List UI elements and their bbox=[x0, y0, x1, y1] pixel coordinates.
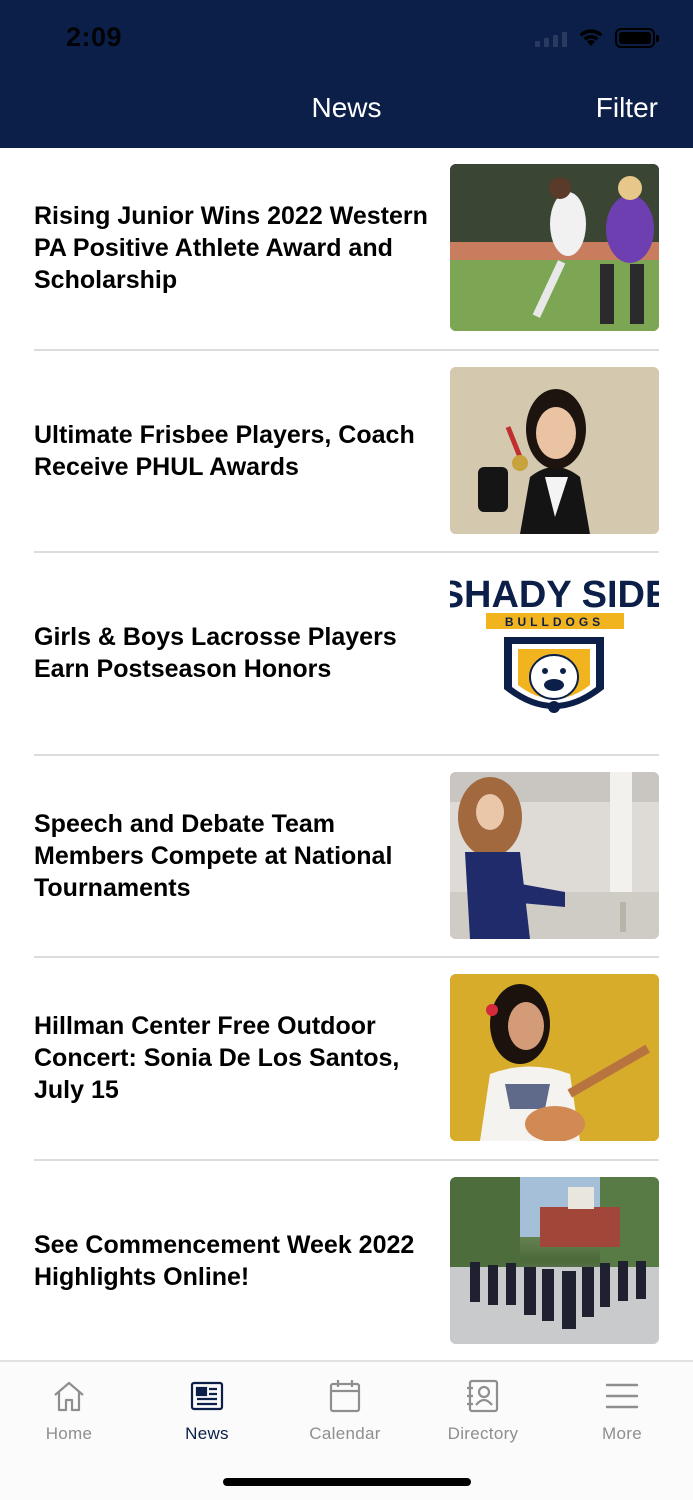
tab-calendar[interactable]: Calendar bbox=[276, 1376, 414, 1444]
battery-icon bbox=[615, 28, 659, 48]
logo-subtitle: BULLDOGS bbox=[505, 615, 604, 629]
news-title: Rising Junior Wins 2022 Western PA Posit… bbox=[34, 202, 428, 295]
singer-ukulele-photo bbox=[450, 974, 659, 1141]
news-item[interactable]: Ultimate Frisbee Players, Coach Receive … bbox=[34, 351, 659, 553]
app-header: 2:09 News Filter bbox=[0, 0, 693, 148]
page-title: News bbox=[311, 92, 382, 123]
calendar-icon bbox=[276, 1376, 414, 1416]
filter-button[interactable]: Filter bbox=[596, 92, 658, 124]
status-time: 2:09 bbox=[66, 22, 123, 52]
news-title: Hillman Center Free Outdoor Concert: Son… bbox=[34, 1012, 400, 1105]
directory-icon bbox=[414, 1376, 552, 1416]
tab-label: Home bbox=[45, 1424, 93, 1443]
status-icons bbox=[535, 28, 659, 48]
news-list: Rising Junior Wins 2022 Western PA Posit… bbox=[0, 148, 693, 1360]
home-indicator bbox=[223, 1478, 471, 1486]
student-medal-photo bbox=[450, 366, 659, 534]
news-item[interactable]: Rising Junior Wins 2022 Western PA Posit… bbox=[34, 148, 659, 351]
news-item[interactable]: Girls & Boys Lacrosse Players Earn Posts… bbox=[34, 553, 659, 756]
commencement-procession-photo bbox=[450, 1176, 659, 1344]
news-title: Girls & Boys Lacrosse Players Earn Posts… bbox=[34, 623, 397, 684]
tab-more[interactable]: More bbox=[553, 1376, 691, 1444]
tab-label: Directory bbox=[447, 1424, 519, 1443]
field-hockey-photo bbox=[450, 164, 659, 331]
debate-student-photo bbox=[450, 771, 659, 939]
tab-home[interactable]: Home bbox=[0, 1376, 138, 1444]
newspaper-icon bbox=[138, 1376, 276, 1416]
tab-news[interactable]: News bbox=[138, 1376, 276, 1444]
tab-label: News bbox=[185, 1424, 229, 1443]
news-title: See Commencement Week 2022 Highlights On… bbox=[34, 1230, 415, 1291]
news-item[interactable]: Hillman Center Free Outdoor Concert: Son… bbox=[34, 958, 659, 1161]
tab-label: More bbox=[602, 1424, 642, 1443]
tab-label: Calendar bbox=[309, 1424, 381, 1443]
logo-wordmark: SHADY SIDE bbox=[450, 574, 659, 616]
cellular-signal-icon bbox=[535, 29, 567, 47]
home-icon bbox=[0, 1376, 138, 1416]
menu-icon bbox=[553, 1376, 691, 1416]
news-title: Speech and Debate Team Members Compete a… bbox=[34, 809, 393, 902]
tab-directory[interactable]: Directory bbox=[414, 1376, 552, 1444]
news-title: Ultimate Frisbee Players, Coach Receive … bbox=[34, 420, 415, 481]
news-item[interactable]: See Commencement Week 2022 Highlights On… bbox=[34, 1161, 659, 1361]
wifi-icon bbox=[577, 28, 605, 48]
shady-side-bulldogs-logo: SHADY SIDE BULLDOGS bbox=[450, 569, 659, 736]
news-item[interactable]: Speech and Debate Team Members Compete a… bbox=[34, 756, 659, 958]
